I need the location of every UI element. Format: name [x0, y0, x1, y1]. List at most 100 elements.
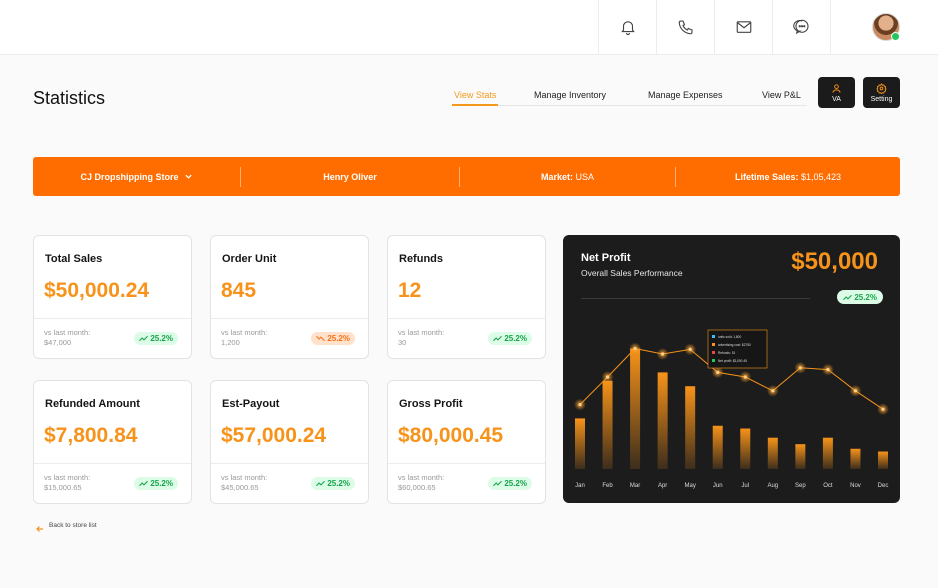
line-point-jul[interactable] — [743, 375, 747, 379]
tab-manage-expenses[interactable]: Manage Expenses — [648, 90, 723, 100]
bar-apr[interactable] — [657, 372, 668, 469]
online-status-dot — [891, 32, 900, 41]
bar-feb[interactable] — [602, 380, 613, 469]
store-name: CJ Dropshipping Store — [80, 171, 179, 182]
comparison-label: vs last month: — [398, 328, 445, 337]
stat-card-value: $50,000.24 — [44, 279, 150, 302]
tab-view-pl[interactable]: View P&L — [762, 90, 801, 100]
line-point-feb[interactable] — [605, 375, 610, 379]
stat-card-comparison: vs last month: 1,200 — [221, 328, 267, 348]
line-point-nov[interactable] — [853, 389, 858, 393]
line-point-mar[interactable] — [633, 346, 637, 351]
mail-button[interactable] — [714, 0, 772, 54]
trend-badge: 25.2% — [488, 332, 532, 345]
call-button[interactable] — [656, 0, 714, 54]
stat-card-title: Order Unit — [222, 253, 277, 265]
tab-view-stats[interactable]: View Stats — [454, 90, 496, 100]
net-profit-title: Net Profit — [581, 252, 631, 264]
back-to-store-list-link[interactable]: Back to store list — [35, 516, 97, 534]
stat-card-comparison: vs last month: $45,000.65 — [221, 473, 267, 493]
market-cell: Market: USA — [460, 157, 675, 196]
stat-card-comparison: vs last month: $47,000 — [44, 328, 90, 348]
trend-badge: 25.2% — [134, 477, 178, 490]
comparison-value: 1,200 — [221, 338, 240, 347]
line-point-jan[interactable] — [578, 403, 582, 407]
store-selector[interactable]: CJ Dropshipping Store — [33, 157, 240, 196]
market-label: Market: — [540, 171, 573, 182]
trend-up-icon — [316, 480, 326, 487]
stat-card: Gross Profit $80,000.45 vs last month: $… — [387, 380, 546, 504]
stat-card-value: 845 — [221, 279, 257, 302]
notifications-button[interactable] — [598, 0, 656, 54]
tooltip-line: Refunds: 15 — [718, 351, 735, 355]
tooltip-swatch — [712, 359, 715, 362]
x-tick-label: Jul — [741, 483, 749, 489]
bar-sep[interactable] — [795, 444, 806, 469]
tooltip-swatch — [712, 343, 715, 346]
va-button[interactable]: VA — [818, 77, 855, 108]
trend-badge: 25.2% — [311, 477, 355, 490]
trend-badge-value: 25.2% — [504, 334, 527, 343]
arrow-left-icon — [36, 526, 43, 532]
net-profit-badge: 25.2% — [837, 290, 883, 304]
comparison-value: $60,000.65 — [398, 483, 436, 492]
main-content: Statistics View Stats Manage Inventory M… — [0, 55, 938, 588]
bar-mar[interactable] — [630, 348, 641, 469]
x-tick-label: Nov — [850, 483, 861, 489]
user-avatar[interactable] — [872, 13, 900, 41]
tooltip-swatch — [712, 335, 715, 338]
stat-card-value: 12 — [398, 279, 422, 302]
page-title: Statistics — [33, 88, 106, 108]
x-tick-label: Sep — [795, 483, 806, 489]
line-point-may[interactable] — [688, 347, 692, 351]
tooltip-swatch — [712, 351, 715, 354]
bar-jul[interactable] — [740, 428, 751, 469]
trend-badge: 25.2% — [134, 332, 178, 345]
bar-may[interactable] — [685, 386, 696, 469]
trend-down-icon — [316, 335, 326, 342]
tab-manage-inventory[interactable]: Manage Inventory — [534, 90, 606, 100]
bar-nov[interactable] — [850, 448, 861, 469]
tooltip-line: Net profit: $3,000.45 — [718, 359, 747, 363]
market-value: USA — [575, 171, 595, 182]
comparison-label: vs last month: — [221, 473, 268, 482]
stat-card-title: Gross Profit — [399, 398, 463, 410]
setting-label: Setting — [870, 95, 893, 103]
gear-icon — [876, 82, 887, 94]
line-point-sep[interactable] — [798, 366, 802, 370]
chat-button[interactable] — [772, 0, 830, 54]
back-label: Back to store list — [49, 521, 97, 529]
bar-dec[interactable] — [878, 451, 888, 469]
stat-card-value: $80,000.45 — [398, 424, 504, 447]
stat-card-divider — [34, 463, 191, 464]
setting-button[interactable]: Setting — [863, 77, 900, 108]
bar-jan[interactable] — [575, 418, 585, 469]
bar-oct[interactable] — [822, 437, 833, 469]
stat-card: Total Sales $50,000.24 vs last month: $4… — [33, 235, 192, 359]
net-profit-value: $50,000 — [791, 248, 878, 275]
x-tick-label: Apr — [658, 483, 667, 489]
line-point-aug[interactable] — [771, 389, 775, 393]
stat-card-divider — [211, 318, 368, 319]
bar-aug[interactable] — [767, 437, 778, 469]
line-point-dec[interactable] — [881, 407, 885, 411]
stat-card-comparison: vs last month: 30 — [398, 328, 444, 348]
x-tick-label: Oct — [823, 483, 833, 489]
bar-jun[interactable] — [712, 425, 723, 469]
x-tick-label: Mar — [630, 483, 640, 489]
line-point-oct[interactable] — [826, 368, 830, 372]
stat-card-comparison: vs last month: $60,000.65 — [398, 473, 444, 493]
line-point-jun[interactable] — [716, 370, 720, 374]
trend-badge-value: 25.2% — [150, 479, 173, 488]
net-profit-card: Jan Feb Mar Apr May Jun Jul Aug Sep Oct Nov Dec unit… — [563, 235, 900, 503]
phone-icon — [678, 20, 693, 35]
stat-card: Refunds 12 vs last month: 30 25.2% — [387, 235, 546, 359]
nav-divider — [452, 105, 807, 106]
line-point-apr[interactable] — [661, 352, 665, 356]
x-tick-label: Aug — [767, 483, 778, 489]
trend-up-icon — [843, 294, 853, 300]
stat-card: Order Unit 845 vs last month: 1,200 25.2… — [210, 235, 369, 359]
stat-card: Refunded Amount $7,800.84 vs last month:… — [33, 380, 192, 504]
x-tick-label: Jan — [575, 483, 585, 489]
comparison-value: 30 — [398, 338, 407, 347]
